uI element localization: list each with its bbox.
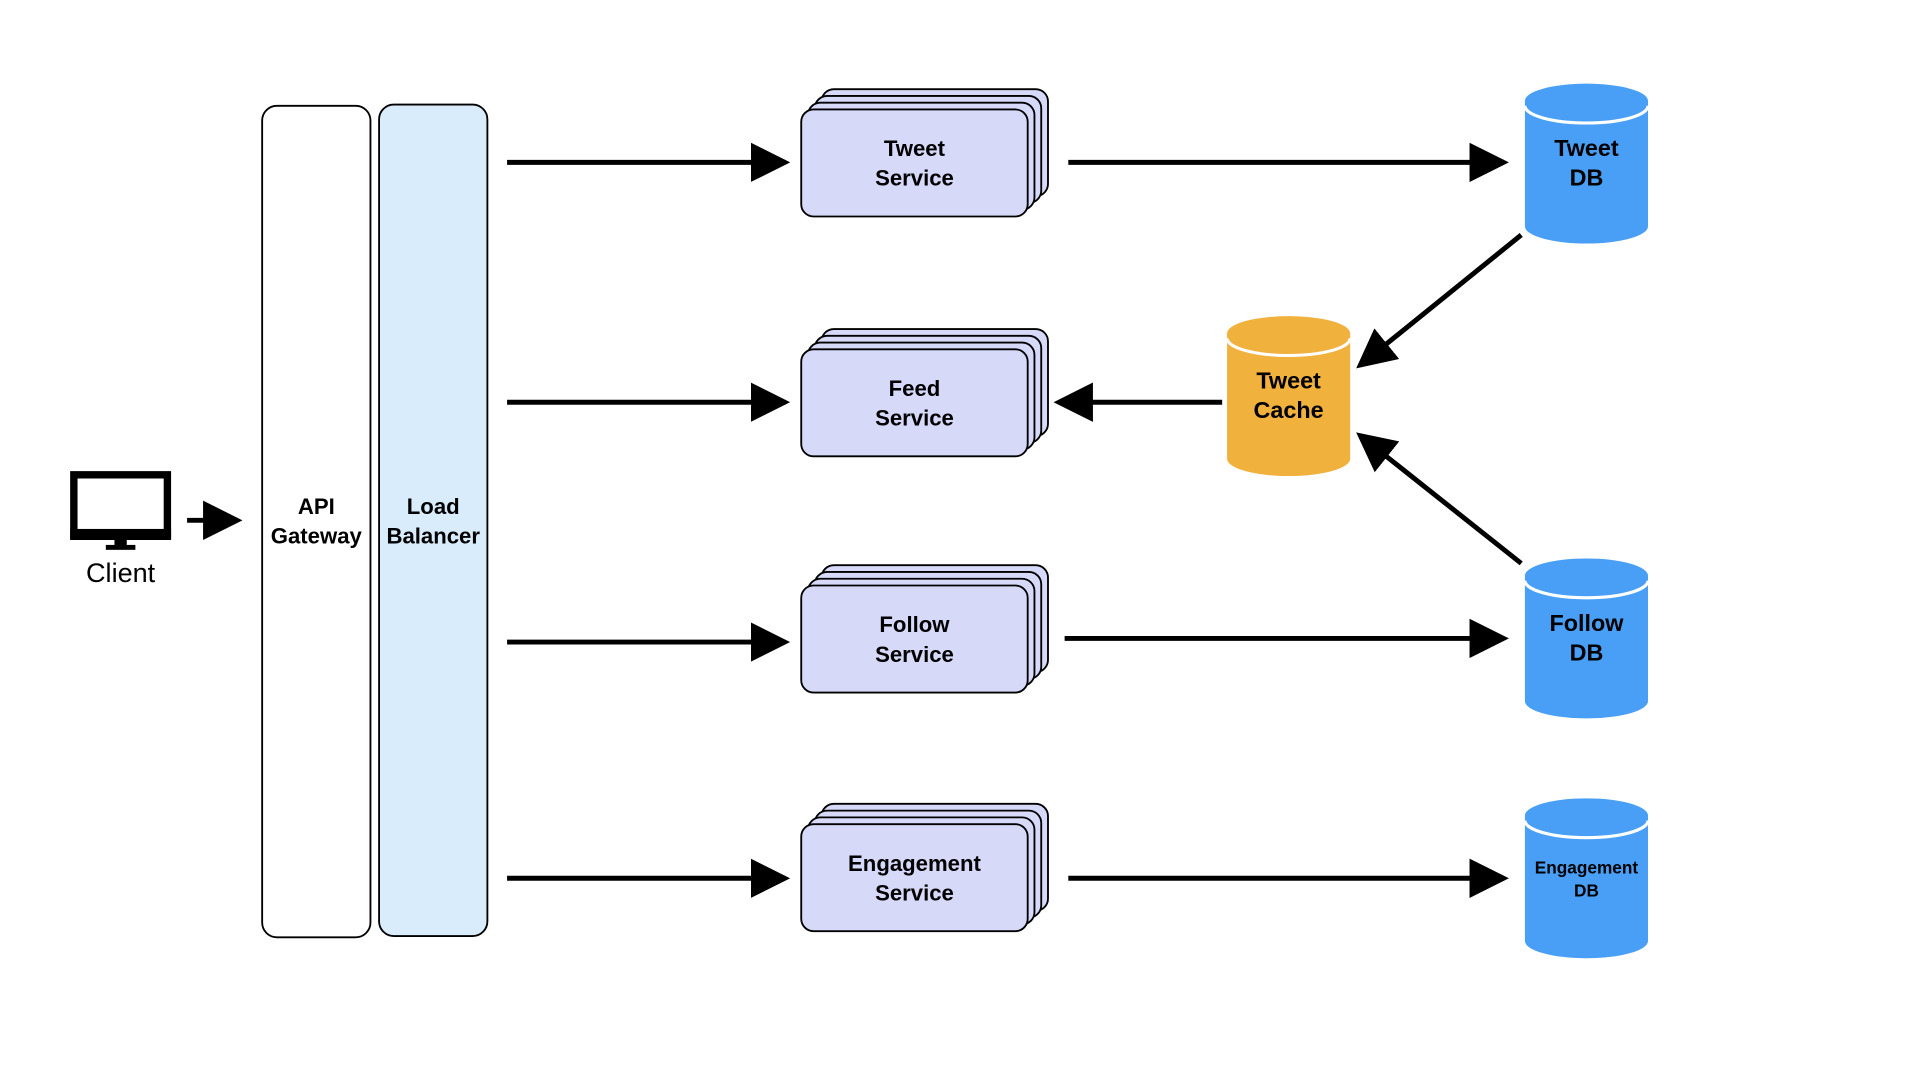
load-balancer-label-line2: Balancer [386, 524, 480, 549]
engagement-db-label-line2: DB [1574, 881, 1599, 901]
follow-service: Follow Service [800, 564, 1049, 694]
tweet-db: Tweet DB [1523, 83, 1650, 244]
api-gateway: API Gateway [261, 104, 372, 939]
service-instance-card [800, 584, 1029, 694]
engagement-db: Engagement DB [1523, 798, 1650, 959]
tweet-service-label-line1: Tweet [884, 136, 946, 161]
service-instance-card [800, 823, 1029, 933]
client: Client [70, 471, 172, 588]
load-balancer-label-line1: Load [407, 494, 460, 519]
feed-service: Feed Service [800, 328, 1049, 458]
follow-service-label-line1: Follow [879, 612, 950, 637]
cylinder-top [1227, 316, 1351, 351]
tweet-cache-label-line2: Cache [1254, 397, 1324, 423]
service-instance-card [800, 108, 1029, 218]
feed-service-label-line1: Feed [889, 376, 941, 401]
architecture-diagram: Client API Gateway Load Balancer Tweet Se… [70, 83, 1650, 959]
api-gateway-label-line1: API [298, 494, 335, 519]
tweet-db-label-line2: DB [1570, 165, 1604, 191]
tweet-db-label-line1: Tweet [1554, 135, 1619, 161]
cylinder-top [1524, 83, 1648, 119]
api-gateway-label-line2: Gateway [271, 524, 363, 549]
load-balancer: Load Balancer [378, 103, 489, 938]
cylinder-top [1524, 798, 1648, 833]
follow-service-label-line2: Service [875, 642, 954, 667]
arrow-follow-db-to-cache [1356, 432, 1523, 566]
engagement-service: Engagement Service [800, 802, 1049, 933]
services: TweetServiceFeedServiceFollowServiceEnga… [800, 88, 1049, 933]
cylinder-top [1524, 558, 1648, 593]
tweet-cache-label-line1: Tweet [1256, 368, 1321, 394]
tweet-cache: Tweet Cache [1225, 316, 1352, 477]
service-instance-card [800, 348, 1029, 458]
tweet-service-label-line2: Service [875, 166, 954, 191]
follow-db-label-line2: DB [1570, 640, 1604, 666]
engagement-service-label-line1: Engagement [848, 851, 981, 876]
monitor-icon [70, 471, 172, 550]
engagement-service-label-line2: Service [875, 880, 954, 905]
engagement-db-label-line1: Engagement [1535, 857, 1639, 877]
follow-db: Follow DB [1523, 558, 1650, 719]
client-label: Client [86, 558, 156, 588]
tweet-service: Tweet Service [800, 88, 1049, 218]
follow-db-label-line1: Follow [1549, 610, 1624, 636]
data-stores: Tweet DB Tweet Cache Follow DB Engagement DB [1225, 83, 1650, 959]
feed-service-label-line2: Service [875, 406, 954, 431]
arrow-tweet-db-to-cache [1356, 233, 1523, 369]
